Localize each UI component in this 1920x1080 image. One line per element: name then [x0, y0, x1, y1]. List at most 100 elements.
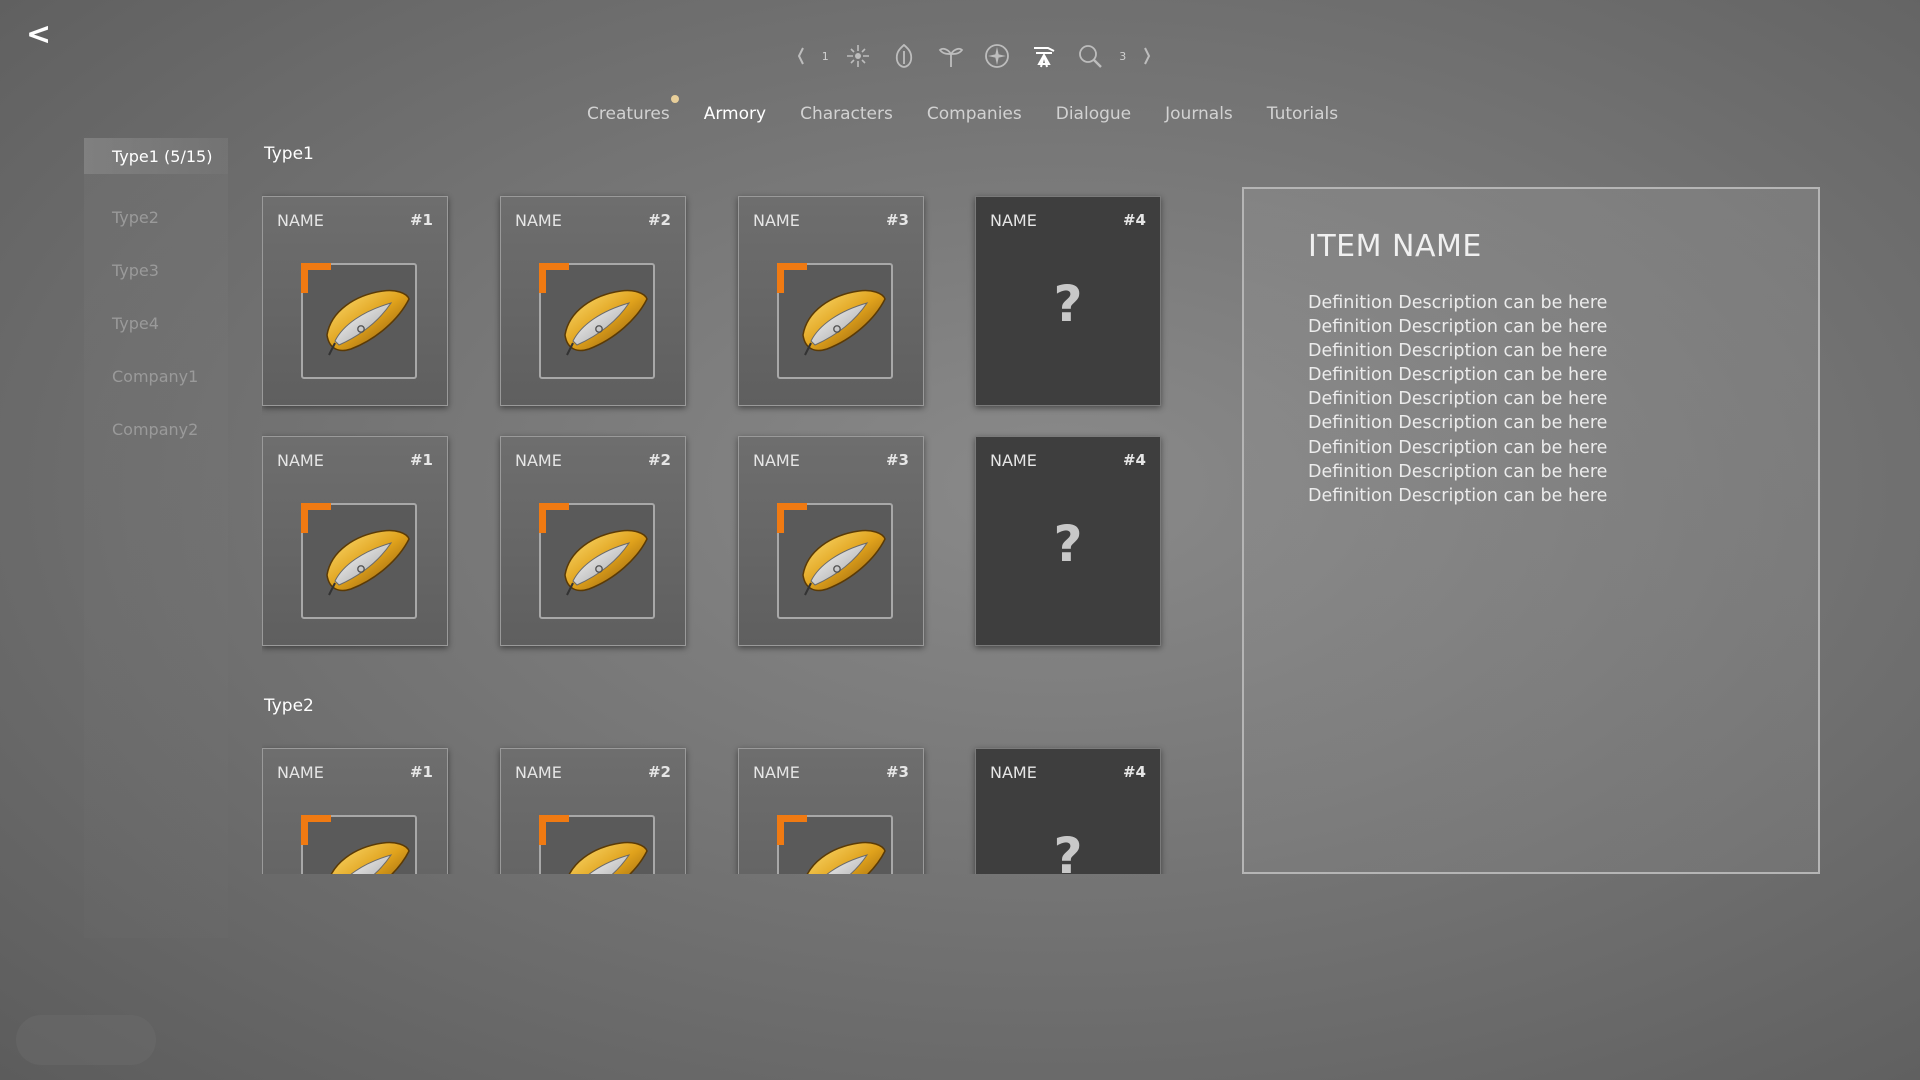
card-number: #2: [647, 451, 671, 469]
item-card[interactable]: NAME #3: [738, 748, 924, 874]
item-icon: [797, 277, 893, 367]
description-line: Definition Description can be here: [1308, 293, 1608, 313]
compass-icon: [985, 44, 1010, 68]
unknown-question-mark-icon: ?: [1053, 827, 1083, 874]
item-card[interactable]: NAME #3: [738, 436, 924, 646]
tab-label: Companies: [926, 104, 1022, 124]
item-icon: [559, 517, 655, 607]
category-flame-icon-button[interactable]: [881, 38, 928, 74]
card-name: NAME: [990, 763, 1037, 782]
card-number: #4: [1122, 451, 1146, 469]
description-line: Definition Description can be here: [1308, 437, 1608, 458]
quill-pen-icon: [326, 529, 410, 596]
tab-label: Creatures: [587, 104, 670, 124]
quill-pen-icon: [802, 289, 886, 356]
category-plant-icon-button[interactable]: [928, 38, 975, 74]
tab-tutorials[interactable]: Tutorials: [1250, 104, 1355, 124]
item-card[interactable]: NAME #1: [262, 748, 448, 874]
description-line: Definition Description can be here: [1308, 461, 1608, 482]
tab-armory[interactable]: Armory: [687, 104, 783, 124]
card-number: #3: [885, 451, 909, 469]
sidebar-item-type1[interactable]: Type1 (5/15): [84, 138, 228, 174]
tab-label: Characters: [800, 104, 893, 124]
locked-item-card[interactable]: NAME #4?: [975, 196, 1161, 406]
item-card[interactable]: NAME #2: [500, 196, 686, 406]
item-card[interactable]: NAME #2: [500, 748, 686, 874]
locked-item-card[interactable]: NAME #4?: [975, 436, 1161, 646]
item-description: Definition Description can be here Defini…: [1308, 291, 1607, 508]
category-compass-icon-button[interactable]: [974, 38, 1021, 74]
section-title: Type2: [264, 696, 314, 716]
category-creatures-icon-button[interactable]: [835, 38, 882, 74]
tab-dialogue[interactable]: Dialogue: [1039, 104, 1148, 124]
item-grid-scroll-area[interactable]: Type1 NAME #1 NAME #2 NAME #3 NAME #4 ? …: [262, 144, 1202, 874]
item-icon: [321, 277, 417, 367]
item-detail-panel: ITEM NAME Definition Description can be …: [1242, 187, 1820, 874]
pager-next-button[interactable]: 3: [1114, 38, 1161, 74]
sidebar-item-type2[interactable]: Type2: [84, 191, 228, 244]
card-number: #2: [647, 763, 671, 781]
item-icon: [797, 517, 893, 607]
unknown-question-mark-icon: ?: [1053, 275, 1083, 333]
card-name: NAME: [990, 451, 1037, 470]
tab-label: Dialogue: [1055, 104, 1132, 124]
category-armory-icon-button[interactable]: [1021, 38, 1068, 74]
pager-prev-button[interactable]: 1: [788, 38, 835, 74]
locked-item-card[interactable]: NAME #4?: [975, 748, 1161, 874]
description-line: Definition Description can be here: [1308, 389, 1608, 410]
sidebar-item-type3[interactable]: Type3: [84, 244, 228, 297]
tab-companies[interactable]: Companies: [910, 104, 1039, 124]
card-number: #4: [1122, 763, 1146, 781]
unknown-question-mark-icon: ?: [1053, 515, 1083, 573]
back-button[interactable]: <: [26, 20, 51, 50]
card-name: NAME: [515, 211, 562, 230]
item-icon: [559, 277, 655, 367]
card-number: #2: [647, 211, 671, 229]
chevron-right-icon: [1144, 47, 1151, 65]
description-line: Definition Description can be here: [1308, 485, 1608, 506]
item-card[interactable]: NAME #2: [500, 436, 686, 646]
codex-tabs: Creatures Armory Characters Companies Di…: [570, 95, 1355, 124]
card-number: #1: [409, 211, 433, 229]
card-number: #4: [1122, 211, 1146, 229]
sidebar-item-type4[interactable]: Type4: [84, 297, 228, 350]
notification-dot: [670, 95, 679, 103]
tab-label: Armory: [703, 104, 767, 124]
item-card[interactable]: NAME #1: [262, 436, 448, 646]
item-icon: [559, 829, 655, 874]
card-name: NAME: [753, 763, 800, 782]
sprout-icon: [938, 47, 963, 67]
card-number: #1: [409, 763, 433, 781]
quill-pen-icon: [564, 529, 648, 596]
card-name: NAME: [515, 451, 562, 470]
tab-journals[interactable]: Journals: [1148, 104, 1250, 124]
bottom-blur-decoration: [16, 1015, 156, 1065]
quill-pen-icon: [568, 841, 648, 874]
tab-creatures[interactable]: Creatures: [570, 95, 687, 124]
item-card[interactable]: NAME #3: [738, 196, 924, 406]
card-number: #3: [885, 763, 909, 781]
pager-next-number: 3: [1119, 49, 1127, 63]
item-name-title: ITEM NAME: [1308, 229, 1482, 264]
card-number: #3: [885, 211, 909, 229]
item-icon: [797, 829, 893, 874]
description-line: Definition Description can be here: [1308, 341, 1608, 362]
card-name: NAME: [753, 211, 800, 230]
quill-pen-icon: [802, 529, 886, 596]
item-card[interactable]: NAME #1: [262, 196, 448, 406]
description-line: Definition Description can be here: [1308, 317, 1608, 338]
tab-label: Tutorials: [1266, 104, 1339, 124]
quill-pen-icon: [564, 289, 648, 356]
sidebar-item-company1[interactable]: Company1: [84, 350, 228, 403]
tab-characters[interactable]: Characters: [783, 104, 910, 124]
quill-pen-icon: [806, 841, 886, 874]
chevron-left-icon: [797, 47, 804, 65]
description-line: Definition Description can be here: [1308, 365, 1608, 386]
sidebar-item-company2[interactable]: Company2: [84, 403, 228, 456]
anvil-icon: [1033, 47, 1055, 68]
category-search-icon-button[interactable]: [1067, 38, 1114, 74]
magnifier-icon: [1079, 45, 1103, 68]
section-title: Type1: [264, 144, 314, 164]
sparkle-icon: [846, 45, 869, 67]
card-name: NAME: [515, 763, 562, 782]
